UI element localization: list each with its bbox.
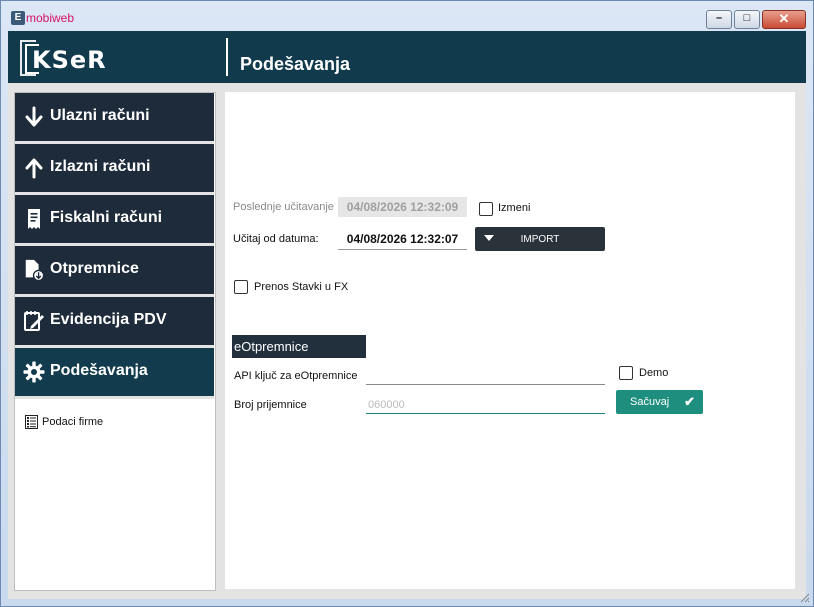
demo-checkbox[interactable] [619, 366, 633, 380]
izmeni-checkbox[interactable] [479, 202, 493, 216]
sidebar-item-ulazni-racuni[interactable]: Ulazni računi [15, 93, 214, 144]
sidebar-item-evidencija-pdv[interactable]: Evidencija PDV [15, 297, 214, 348]
settings-panel: Poslednje učitavanje 04/08/2026 12:32:09… [225, 92, 795, 589]
sidebar-item-label: Evidencija PDV [50, 311, 167, 328]
minimize-icon: – [715, 12, 723, 24]
demo-label: Demo [639, 367, 669, 379]
sidebar-item-izlazni-racuni[interactable]: Izlazni računi [15, 144, 214, 195]
broj-prijemnice-input[interactable]: 060000 [366, 393, 605, 414]
minimize-button[interactable]: – [706, 10, 732, 29]
broj-prijemnice-placeholder: 060000 [368, 399, 405, 411]
broj-prijemnice-label: Broj prijemnice [234, 399, 307, 411]
sidebar-item-label: Ulazni računi [50, 107, 150, 124]
maximize-button[interactable]: □ [734, 10, 760, 29]
prenos-stavki-checkbox[interactable] [234, 280, 248, 294]
sidebar-subitem-label: Podaci firme [42, 416, 104, 428]
sidebar-item-fiskalni-racuni[interactable]: Fiskalni računi [15, 195, 214, 246]
sidebar-subitem-podaci-firme[interactable]: Podaci firme [25, 415, 103, 429]
close-button[interactable]: ✕ [762, 10, 806, 29]
page-title: Podešavanja [240, 54, 351, 74]
title-bar[interactable]: E mobiweb – □ ✕ [1, 1, 813, 32]
last-load-label: Poslednje učitavanje [233, 201, 334, 213]
arrow-up-icon [23, 156, 45, 180]
app-icon: E [11, 11, 25, 25]
import-label: IMPORT [520, 234, 560, 245]
checkmark-icon: ✔ [684, 394, 695, 409]
sidebar-item-label: Fiskalni računi [50, 209, 163, 226]
api-key-input[interactable] [366, 364, 605, 385]
api-key-label: API ključ za eOtpremnice [234, 370, 358, 382]
header-divider [226, 38, 228, 76]
sidebar-item-label: Otpremnice [50, 260, 139, 277]
eotpremnice-section-header: eOtpremnice [232, 335, 366, 358]
close-icon: ✕ [778, 11, 790, 26]
app-title: mobiweb [26, 11, 75, 25]
izmeni-label: Izmeni [498, 202, 531, 214]
sidebar: Ulazni računi Izlazni računi Fiskalni ra… [14, 92, 216, 591]
sidebar-item-label: Izlazni računi [50, 158, 151, 175]
notepad-edit-icon [23, 309, 45, 333]
arrow-down-icon [23, 105, 45, 129]
document-download-icon [23, 258, 45, 282]
prenos-stavki-label: Prenos Stavki u FX [254, 281, 349, 293]
ekser-logo: KSeR [20, 40, 116, 76]
last-load-datetime: 04/08/2026 12:32:09 [338, 197, 467, 217]
load-from-label: Učitaj od datuma: [233, 233, 319, 245]
sidebar-item-otpremnice[interactable]: Otpremnice [15, 246, 214, 297]
app-header: KSeR Podešavanja [8, 31, 806, 83]
sidebar-item-podesavanja[interactable]: Podešavanja [15, 348, 214, 399]
save-label: Sačuvaj [630, 396, 670, 408]
receipt-icon [23, 207, 45, 231]
maximize-icon: □ [743, 12, 751, 24]
company-data-icon [25, 415, 38, 429]
gear-icon [23, 360, 45, 384]
sidebar-item-label: Podešavanja [50, 362, 148, 379]
import-button[interactable]: IMPORT [475, 227, 605, 251]
save-button[interactable]: Sačuvaj ✔ [616, 390, 703, 414]
resize-grip-icon[interactable] [798, 591, 810, 603]
load-from-datetime-picker[interactable]: 04/08/2026 12:32:07 [338, 229, 467, 250]
